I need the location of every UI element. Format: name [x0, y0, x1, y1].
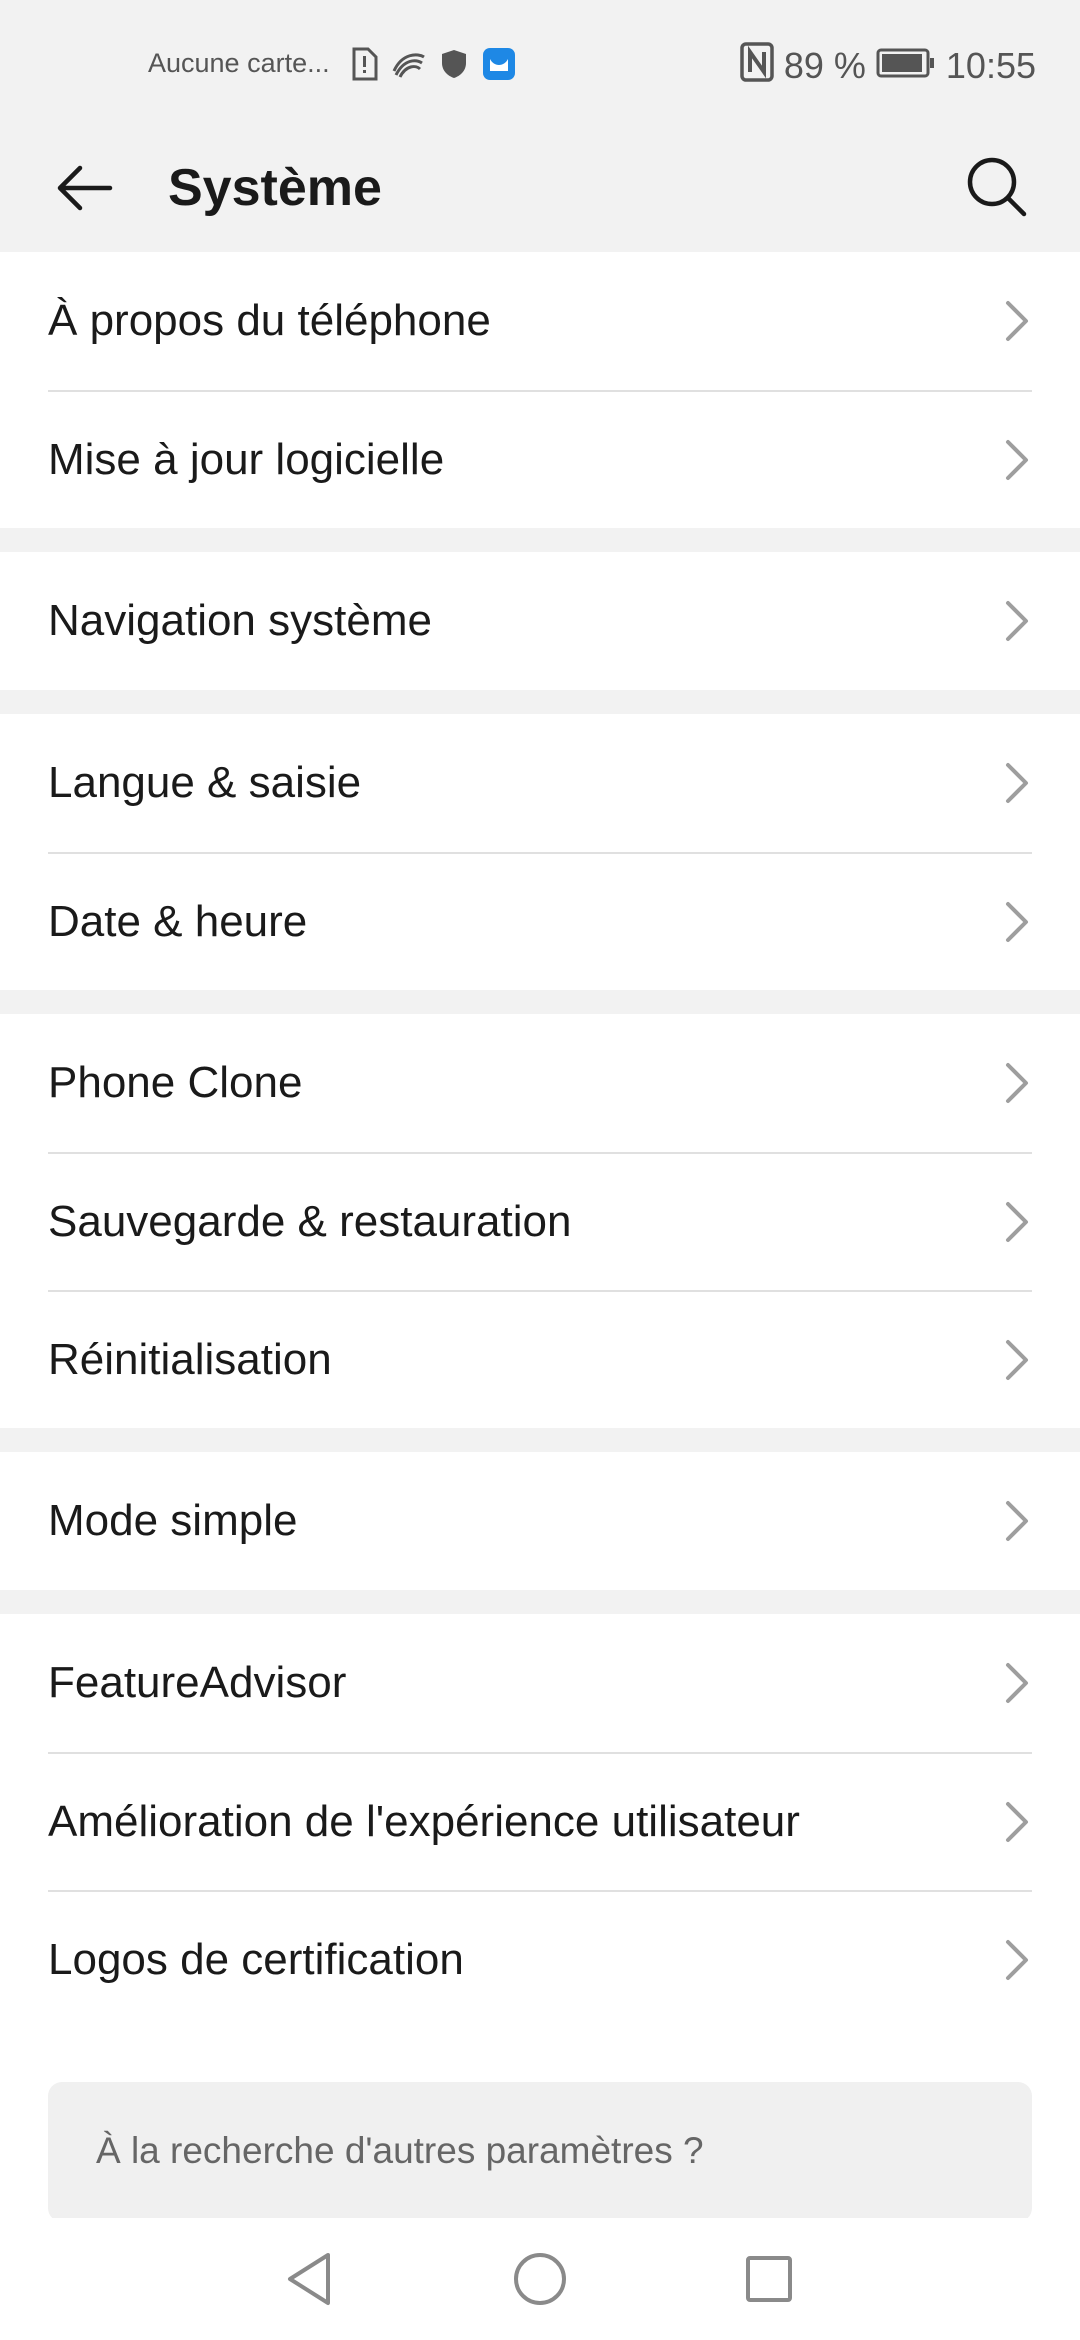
setting-user-experience[interactable]: Amélioration de l'expérience utilisateur: [48, 1752, 1032, 1890]
setting-label: Navigation système: [48, 596, 432, 645]
settings-group: Mode simple: [0, 1452, 1080, 1590]
navigation-bar: [0, 2218, 1080, 2340]
setting-phone-clone[interactable]: Phone Clone: [48, 1014, 1032, 1152]
chevron-right-icon: [1006, 301, 1028, 341]
status-bar: Aucune carte... 89 % 10:55: [0, 0, 1080, 128]
shield-icon: [440, 48, 468, 85]
settings-group: À propos du téléphone Mise à jour logici…: [0, 252, 1080, 528]
setting-about-phone[interactable]: À propos du téléphone: [48, 252, 1032, 390]
more-settings-text: À la recherche d'autres paramètres ?: [96, 2130, 704, 2171]
setting-label: Phone Clone: [48, 1058, 303, 1107]
search-button[interactable]: [956, 146, 1038, 228]
setting-label: Amélioration de l'expérience utilisateur: [48, 1797, 800, 1846]
carrier-label: Aucune carte...: [148, 48, 330, 78]
more-settings-box[interactable]: À la recherche d'autres paramètres ?: [48, 2082, 1032, 2222]
chevron-right-icon: [1006, 1663, 1028, 1703]
setting-language-input[interactable]: Langue & saisie: [48, 714, 1032, 852]
setting-label: À propos du téléphone: [48, 296, 491, 345]
chevron-right-icon: [1006, 440, 1028, 480]
clock: 10:55: [945, 45, 1036, 86]
setting-label: Mode simple: [48, 1496, 298, 1545]
setting-simple-mode[interactable]: Mode simple: [48, 1452, 1032, 1590]
circle-home-icon: [514, 2253, 566, 2305]
setting-date-time[interactable]: Date & heure: [48, 852, 1032, 990]
chevron-right-icon: [1006, 1802, 1028, 1842]
chevron-right-icon: [1006, 1063, 1028, 1103]
nfc-icon: [740, 41, 774, 91]
settings-group: Navigation système: [0, 552, 1080, 690]
chevron-right-icon: [1006, 1940, 1028, 1980]
sim-alert-icon: [350, 47, 378, 86]
system-status-icons: 89 % 10:55: [740, 41, 1036, 91]
settings-group: Phone Clone Sauvegarde & restauration Ré…: [0, 1014, 1080, 1428]
chevron-right-icon: [1006, 601, 1028, 641]
setting-reset[interactable]: Réinitialisation: [48, 1290, 1032, 1428]
notification-icons: [350, 47, 516, 86]
nav-back-button[interactable]: [276, 2246, 342, 2312]
battery-percent: 89 %: [783, 45, 866, 86]
back-arrow-icon: [57, 165, 113, 211]
app-header: Système: [0, 128, 1080, 252]
setting-software-update[interactable]: Mise à jour logicielle: [48, 390, 1032, 528]
nav-home-button[interactable]: [507, 2246, 573, 2312]
setting-label: Logos de certification: [48, 1935, 464, 1984]
chevron-right-icon: [1006, 902, 1028, 942]
swiftkey-icon: [392, 49, 426, 84]
setting-label: Sauvegarde & restauration: [48, 1197, 572, 1246]
setting-backup-restore[interactable]: Sauvegarde & restauration: [48, 1152, 1032, 1290]
square-recents-icon: [746, 2256, 792, 2302]
app-badge-icon: [482, 47, 516, 86]
settings-list: À propos du téléphone Mise à jour logici…: [0, 252, 1080, 2238]
chevron-right-icon: [1006, 763, 1028, 803]
triangle-back-icon: [288, 2253, 330, 2305]
chevron-right-icon: [1006, 1340, 1028, 1380]
battery-icon: [876, 45, 936, 87]
setting-label: Réinitialisation: [48, 1335, 332, 1384]
page-title: Système: [168, 159, 382, 217]
setting-label: Langue & saisie: [48, 758, 362, 807]
search-icon: [967, 157, 1027, 217]
nav-recents-button[interactable]: [736, 2246, 802, 2312]
setting-label: Mise à jour logicielle: [48, 435, 445, 484]
settings-group: Langue & saisie Date & heure: [0, 714, 1080, 990]
setting-feature-advisor[interactable]: FeatureAdvisor: [48, 1614, 1032, 1752]
chevron-right-icon: [1006, 1501, 1028, 1541]
setting-label: FeatureAdvisor: [48, 1658, 347, 1707]
setting-label: Date & heure: [48, 897, 308, 946]
chevron-right-icon: [1006, 1202, 1028, 1242]
setting-system-navigation[interactable]: Navigation système: [48, 552, 1032, 690]
back-button[interactable]: [46, 150, 122, 226]
setting-certification-logos[interactable]: Logos de certification: [48, 1890, 1032, 2028]
